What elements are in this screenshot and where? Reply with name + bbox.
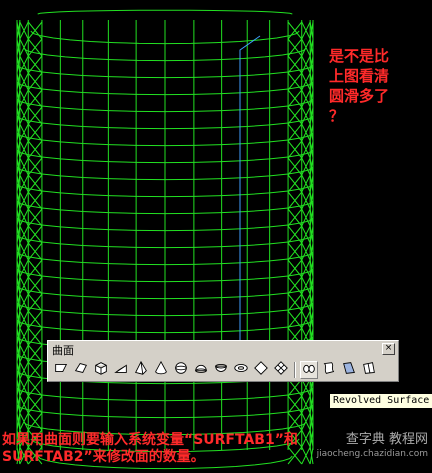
3d-face-icon	[73, 360, 89, 380]
toolbar-title: 曲面	[52, 344, 74, 357]
wireframe-cylinder	[16, 9, 314, 470]
pyramid-button[interactable]	[132, 360, 150, 380]
mesh-button[interactable]	[252, 361, 270, 379]
annotation-line: 圆滑多了	[329, 87, 390, 105]
wedge-button[interactable]	[112, 361, 130, 379]
toolbar-separator	[294, 362, 296, 378]
dome-button[interactable]	[192, 361, 210, 379]
dish-icon	[213, 360, 229, 380]
torus-icon	[233, 360, 249, 380]
tooltip: Revolved Surface	[329, 393, 432, 409]
sphere-button[interactable]	[172, 361, 190, 379]
2d-solid-icon	[53, 360, 69, 380]
annotation-line: ？	[329, 107, 345, 125]
edge-surface-icon	[361, 360, 377, 380]
annotation-line: 是不是比	[329, 47, 390, 65]
dish-button[interactable]	[212, 361, 230, 379]
profile-axis-line	[170, 35, 261, 347]
box-button[interactable]	[92, 361, 110, 379]
3d-mesh-icon	[273, 360, 289, 380]
cone-button[interactable]	[152, 360, 170, 380]
wedge-icon	[113, 360, 129, 380]
3d-mesh-button[interactable]	[272, 361, 290, 379]
3d-face-button[interactable]	[72, 361, 90, 379]
annotation-note: 是不是比 上图看清 圆滑多了 ？	[329, 46, 409, 126]
watermark-url: jiaocheng.chazidian.com	[316, 449, 428, 459]
mesh-icon	[253, 360, 269, 380]
edge-surface-button[interactable]	[360, 361, 378, 379]
tabulated-surface-icon	[321, 360, 337, 380]
tabulated-surface-button[interactable]	[320, 361, 338, 379]
box-icon	[93, 360, 109, 380]
dome-icon	[193, 360, 209, 380]
toolbar-titlebar[interactable]: 曲面 ×	[48, 341, 398, 357]
watermark: 查字典 教程网 jiaocheng.chazidian.com	[317, 432, 428, 460]
watermark-text: 查字典 教程网	[345, 432, 428, 447]
ruled-surface-icon	[341, 360, 357, 380]
sphere-icon	[173, 360, 189, 380]
revolved-surface-icon	[301, 360, 317, 380]
toolbar-buttons	[52, 360, 380, 380]
annotation-line: 上图看清	[329, 67, 390, 85]
torus-button[interactable]	[232, 361, 250, 379]
close-button[interactable]: ×	[382, 343, 395, 355]
parallel-ring	[37, 9, 293, 15]
cone-icon	[153, 360, 169, 380]
2d-solid-button[interactable]	[52, 361, 70, 379]
ruled-surface-button[interactable]	[340, 361, 358, 379]
pyramid-icon	[133, 360, 149, 380]
surfaces-toolbar[interactable]: 曲面 ×	[47, 340, 399, 382]
revolved-surface-button[interactable]	[300, 361, 318, 379]
